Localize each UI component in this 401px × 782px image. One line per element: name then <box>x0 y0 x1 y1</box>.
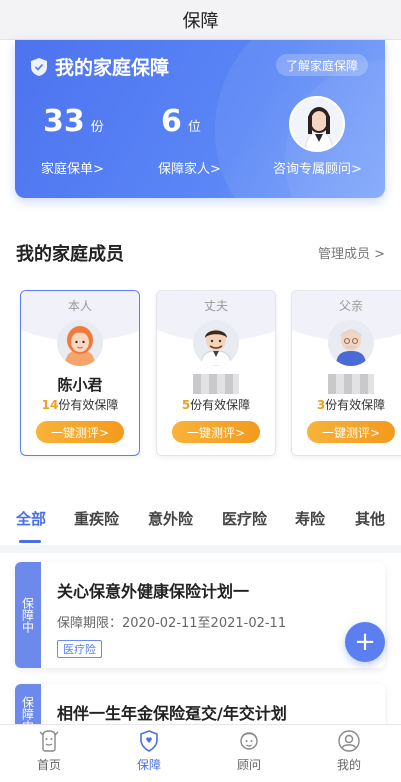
elder-man-avatar-icon <box>328 320 374 366</box>
bottom-nav: 首页 保障 顾问 我的 <box>0 724 401 782</box>
member-card-self[interactable]: 本人 陈小君 14份有效保障 一键测评> <box>20 290 140 456</box>
nav-label: 首页 <box>36 758 61 772</box>
shield-icon <box>140 730 158 752</box>
member-policies: 3份有效保障 <box>292 396 401 413</box>
nav-home[interactable]: 首页 <box>14 729 84 773</box>
nav-label: 顾问 <box>236 758 261 772</box>
policy-card[interactable]: 保障中 关心保意外健康保险计划一 保障期限：2020-02-11至2021-02… <box>15 562 385 668</box>
policy-type-tag: 医疗险 <box>57 640 102 658</box>
policy-count: 3 <box>316 398 326 412</box>
shield-icon <box>31 57 47 76</box>
one-click-eval-button[interactable]: 一键测评> <box>36 421 124 443</box>
advisor-icon <box>240 732 258 750</box>
policy-suffix: 份有效保障 <box>190 398 251 412</box>
nav-protection[interactable]: 保障 <box>114 729 184 773</box>
member-name-blurred <box>328 374 374 394</box>
member-name: 陈小君 <box>57 376 103 394</box>
manage-members-link[interactable]: 管理成员 > <box>318 243 385 262</box>
section-divider <box>0 545 401 553</box>
nav-label: 保障 <box>136 758 161 772</box>
page-title: 保障 <box>182 10 219 32</box>
hero-title: 我的家庭保障 <box>31 53 169 80</box>
policy-suffix: 份有效保障 <box>325 398 386 412</box>
active-tab-indicator <box>19 540 41 543</box>
member-role: 丈夫 <box>203 299 228 313</box>
policy-period: 保障期限：2020-02-11至2021-02-11 <box>57 616 287 631</box>
tab-life[interactable]: 寿险 <box>295 508 325 529</box>
member-policies: 5份有效保障 <box>157 396 275 413</box>
advisor-avatar[interactable] <box>289 96 345 152</box>
insured-count: 6 <box>161 104 182 139</box>
member-avatar <box>328 320 374 366</box>
member-avatar <box>57 320 103 366</box>
tab-all[interactable]: 全部 <box>16 508 46 529</box>
policy-title: 关心保意外健康保险计划一 <box>57 582 250 601</box>
woman-avatar-icon <box>57 320 103 366</box>
consult-advisor-link[interactable]: 咨询专属顾问> <box>273 158 362 177</box>
policies-stat: 33 份 <box>43 104 104 139</box>
nav-label: 我的 <box>336 758 361 772</box>
profile-icon <box>338 730 360 752</box>
man-avatar-icon <box>193 320 239 366</box>
policies-unit: 份 <box>90 120 104 135</box>
hero-title-text: 我的家庭保障 <box>55 57 170 79</box>
policy-count: 5 <box>181 398 191 412</box>
member-policies: 14份有效保障 <box>21 396 139 413</box>
home-icon <box>39 730 59 752</box>
nav-mine[interactable]: 我的 <box>314 729 384 773</box>
member-avatar <box>193 320 239 366</box>
policy-category-tabs: 全部 重疾险 意外险 医疗险 寿险 其他 <box>0 508 401 543</box>
member-role: 本人 <box>67 299 92 313</box>
family-policies-link[interactable]: 家庭保单> <box>41 158 104 177</box>
nav-advisor[interactable]: 顾问 <box>214 729 284 773</box>
insured-family-link[interactable]: 保障家人> <box>158 158 221 177</box>
policy-title: 相伴一生年金保险趸交/年交计划 <box>57 704 287 723</box>
members-section-title: 我的家庭成员 <box>16 244 124 265</box>
tab-medical[interactable]: 医疗险 <box>222 508 267 529</box>
insured-stat: 6 位 <box>161 104 201 139</box>
tab-other[interactable]: 其他 <box>355 508 385 529</box>
member-name-blurred <box>193 374 239 394</box>
member-role: 父亲 <box>338 299 363 313</box>
policies-count: 33 <box>43 104 85 139</box>
one-click-eval-button[interactable]: 一键测评> <box>307 421 395 443</box>
add-policy-button[interactable]: + <box>345 622 385 662</box>
tab-accident[interactable]: 意外险 <box>148 508 193 529</box>
policy-status-strip: 保障中 <box>15 562 41 668</box>
member-card-husband[interactable]: 丈夫 5份有效保障 一键测评> <box>156 290 276 456</box>
one-click-eval-button[interactable]: 一键测评> <box>172 421 260 443</box>
insured-unit: 位 <box>187 120 201 135</box>
policy-suffix: 份有效保障 <box>58 398 119 412</box>
top-bar: 保障 <box>0 0 401 40</box>
learn-family-protection-button[interactable]: 了解家庭保障 <box>276 54 368 76</box>
member-card-father[interactable]: 父亲 3份有效保障 一键测评> <box>291 290 401 456</box>
policy-count: 14 <box>41 398 59 412</box>
family-protection-card[interactable]: 我的家庭保障 了解家庭保障 33 份 家庭保单> 6 位 保障家人> 咨询专属顾… <box>15 40 385 198</box>
tab-critical-illness[interactable]: 重疾险 <box>74 508 119 529</box>
